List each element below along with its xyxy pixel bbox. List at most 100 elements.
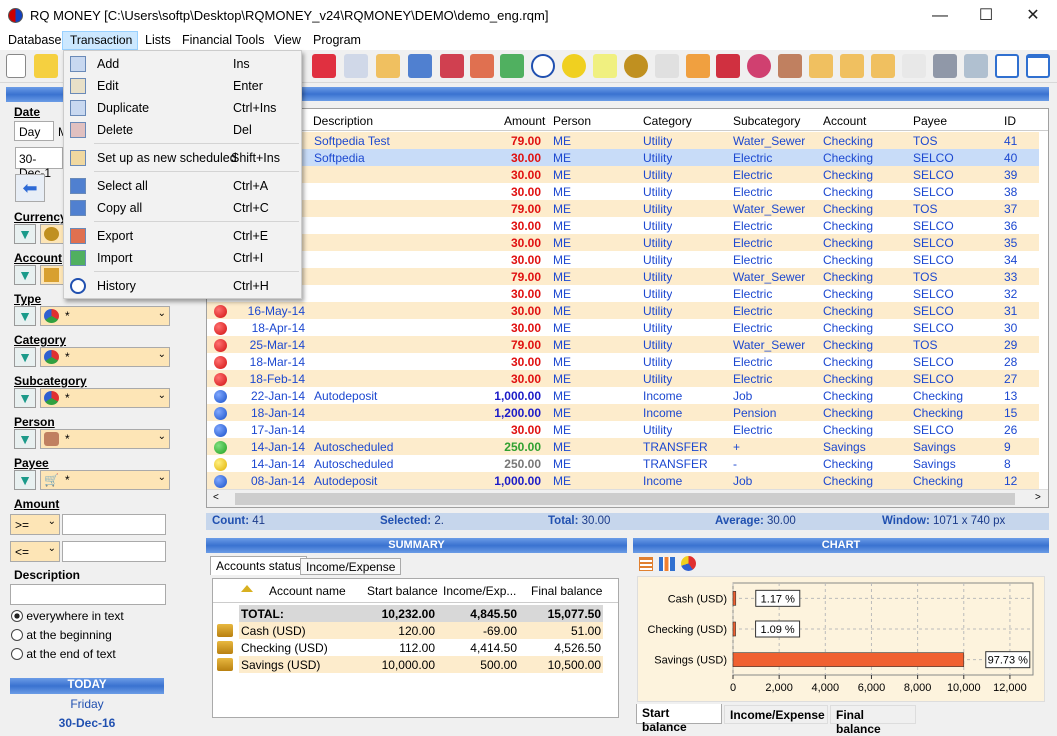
clock-icon[interactable] [531, 54, 555, 78]
records-red-icon[interactable] [440, 54, 464, 78]
cart-icon[interactable] [655, 54, 679, 78]
table-row[interactable]: Softpedia Test 79.00 ME Utility Water_Sewer C… [207, 132, 1039, 149]
amount-max-input[interactable] [62, 541, 166, 562]
table-row[interactable]: 30.00 ME Utility Electric Checking SELCO 35 [207, 234, 1039, 251]
bookmark-icon[interactable] [716, 54, 740, 78]
settings-icon[interactable] [933, 54, 957, 78]
calendar-edit-icon[interactable] [871, 54, 895, 78]
scrollbar-thumb[interactable] [235, 493, 1015, 505]
table-row[interactable]: 17-Jan-14 30.00 ME Utility Electric Checking S… [207, 421, 1039, 438]
menu-item-delete[interactable]: Delete Del [64, 119, 301, 141]
col-start-balance[interactable]: Start balance [367, 584, 438, 598]
type-filter-icon[interactable]: ▼ [14, 306, 36, 326]
currency-filter-icon[interactable]: ▼ [14, 224, 36, 244]
horizontal-scrollbar[interactable]: < > [207, 489, 1048, 507]
table-row[interactable]: 08-Jan-14 Autodeposit 1,000.00 ME Income Job C… [207, 472, 1039, 489]
col-description[interactable]: Description [313, 114, 373, 128]
summary-row[interactable]: Checking (USD) 112.00 4,414.50 4,526.50 [217, 639, 603, 656]
tab-chart-income-expense[interactable]: Income/Expense [724, 705, 828, 724]
export-icon[interactable] [470, 54, 494, 78]
col-category[interactable]: Category [643, 114, 692, 128]
menu-transaction[interactable]: Transaction [62, 31, 138, 50]
bar-chart-icon[interactable] [659, 557, 675, 571]
amount-op2-select[interactable]: <= ⌄ [10, 541, 60, 562]
tab-day[interactable]: Day [14, 121, 54, 141]
menu-item-edit[interactable]: Edit Enter [64, 75, 301, 97]
radio-everywhere[interactable]: everywhere in text [11, 609, 124, 623]
col-account[interactable]: Account [823, 114, 866, 128]
col-account-name[interactable]: Account name [269, 584, 346, 598]
col-id[interactable]: ID [1004, 114, 1016, 128]
subcategory-combo[interactable]: * ⌄ [40, 388, 170, 408]
list-chart-icon[interactable] [639, 557, 653, 571]
smiley-icon[interactable] [562, 54, 586, 78]
table-row[interactable]: 30.00 ME Utility Electric Checking SELCO 34 [207, 251, 1039, 268]
pencil-icon[interactable] [686, 54, 710, 78]
payee-filter-icon[interactable]: ▼ [14, 470, 36, 490]
person-filter-icon[interactable]: ▼ [14, 429, 36, 449]
summary-row[interactable]: Savings (USD) 10,000.00 500.00 10,500.00 [217, 656, 603, 673]
amount-op1-select[interactable]: >= ⌄ [10, 514, 60, 535]
currency-combo[interactable] [40, 224, 64, 244]
table-row[interactable]: 18-Apr-14 30.00 ME Utility Electric Checking S… [207, 319, 1039, 336]
col-amount[interactable]: Amount [504, 114, 545, 128]
notes-icon[interactable] [593, 54, 617, 78]
tab-start-balance[interactable]: Start balance [636, 704, 722, 734]
col-person[interactable]: Person [553, 114, 591, 128]
amount-min-input[interactable] [62, 514, 166, 535]
col-income-expense[interactable]: Income/Exp... [443, 584, 516, 598]
minimize-button[interactable]: — [917, 0, 963, 31]
delete-record-icon[interactable] [344, 54, 368, 78]
menu-item-select-all[interactable]: Select all Ctrl+A [64, 175, 301, 197]
table-row[interactable]: 18-Jan-14 1,200.00 ME Income Pension Checking… [207, 404, 1039, 421]
scroll-left-icon[interactable]: < [213, 492, 219, 503]
table-row[interactable]: 79.00 ME Utility Water_Sewer Checking TOS 33 [207, 268, 1039, 285]
account-filter-icon[interactable]: ▼ [14, 265, 36, 285]
category-filter-icon[interactable]: ▼ [14, 347, 36, 367]
table-row[interactable]: 25-Mar-14 79.00 ME Utility Water_Sewer Checki… [207, 336, 1039, 353]
menu-item-export[interactable]: Export Ctrl+E [64, 225, 301, 247]
category-combo[interactable]: * ⌄ [40, 347, 170, 367]
tab-accounts-status[interactable]: Accounts status [210, 556, 307, 575]
table-row[interactable]: 79.00 ME Utility Water_Sewer Checking TOS 37 [207, 200, 1039, 217]
col-subcategory[interactable]: Subcategory [733, 114, 800, 128]
pie-chart-icon[interactable] [681, 556, 696, 571]
maximize-button[interactable]: ☐ [963, 0, 1009, 31]
payee-combo[interactable]: 🛒 * ⌄ [40, 470, 170, 490]
radio-end[interactable]: at the end of text [11, 647, 116, 661]
tab-final-balance[interactable]: Final balance [830, 705, 916, 736]
calculator-icon[interactable] [964, 54, 988, 78]
layout-top-icon[interactable] [1026, 54, 1050, 78]
new-file-icon[interactable] [6, 54, 26, 78]
radio-beginning[interactable]: at the beginning [11, 628, 112, 642]
summary-row[interactable]: Cash (USD) 120.00 -69.00 51.00 [217, 622, 603, 639]
menu-item-import[interactable]: Import Ctrl+I [64, 247, 301, 269]
card-icon[interactable] [312, 54, 336, 78]
table-row[interactable]: 18-Feb-14 30.00 ME Utility Electric Checking S… [207, 370, 1039, 387]
menu-lists[interactable]: Lists [145, 33, 171, 47]
person-combo[interactable]: * ⌄ [40, 429, 170, 449]
records-icon[interactable] [408, 54, 432, 78]
coins-icon[interactable] [624, 54, 648, 78]
col-final-balance[interactable]: Final balance [531, 584, 602, 598]
calendar-icon[interactable] [809, 54, 833, 78]
menu-view[interactable]: View [274, 33, 301, 47]
table-row[interactable]: 16-May-14 30.00 ME Utility Electric Checking S… [207, 302, 1039, 319]
menu-item-set-up-as-new-scheduled[interactable]: Set up as new scheduled Shift+Ins [64, 147, 301, 169]
layout-left-icon[interactable] [995, 54, 1019, 78]
calendar-15-icon[interactable] [376, 54, 400, 78]
open-folder-icon[interactable] [34, 54, 58, 78]
table-row[interactable]: 22-Jan-14 Autodeposit 1,000.00 ME Income Job C… [207, 387, 1039, 404]
table-row[interactable]: 30.00 ME Utility Electric Checking SELCO 38 [207, 183, 1039, 200]
account-combo[interactable] [40, 265, 64, 285]
table-row[interactable]: 14-Jan-14 Autoscheduled 250.00 ME TRANSFER - C… [207, 455, 1039, 472]
description-input[interactable] [10, 584, 166, 605]
menu-item-duplicate[interactable]: Duplicate Ctrl+Ins [64, 97, 301, 119]
people-icon[interactable] [778, 54, 802, 78]
menu-database[interactable]: Database [8, 33, 62, 47]
menu-program[interactable]: Program [313, 33, 361, 47]
prev-date-icon[interactable]: ⬅ [15, 174, 45, 202]
scroll-right-icon[interactable]: > [1035, 492, 1041, 503]
table-row[interactable]: Softpedia 30.00 ME Utility Electric Checking S… [207, 149, 1039, 166]
close-button[interactable]: ✕ [1010, 0, 1056, 31]
